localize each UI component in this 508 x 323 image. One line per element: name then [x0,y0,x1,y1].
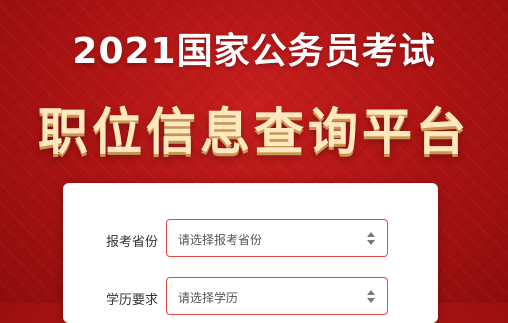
province-select[interactable]: 请选择报考省份 [166,219,388,257]
year-title: 2021国家公务员考试 [72,31,436,72]
main-title: 职位信息查询平台 [38,103,470,161]
select-arrows-icon [366,232,376,246]
select-arrows-icon [366,290,376,304]
education-select[interactable]: 请选择学历 [166,277,388,315]
education-select-placeholder: 请选择学历 [178,291,239,305]
form-row-education: 学历要求 请选择学历 [63,277,438,317]
form-row-province: 报考省份 请选择报考省份 [63,219,438,259]
education-label: 学历要求 [106,293,159,308]
province-label: 报考省份 [106,235,159,250]
province-select-placeholder: 请选择报考省份 [178,233,263,247]
query-form-panel: 报考省份 请选择报考省份 学历要求 请选择学历 [63,183,438,323]
